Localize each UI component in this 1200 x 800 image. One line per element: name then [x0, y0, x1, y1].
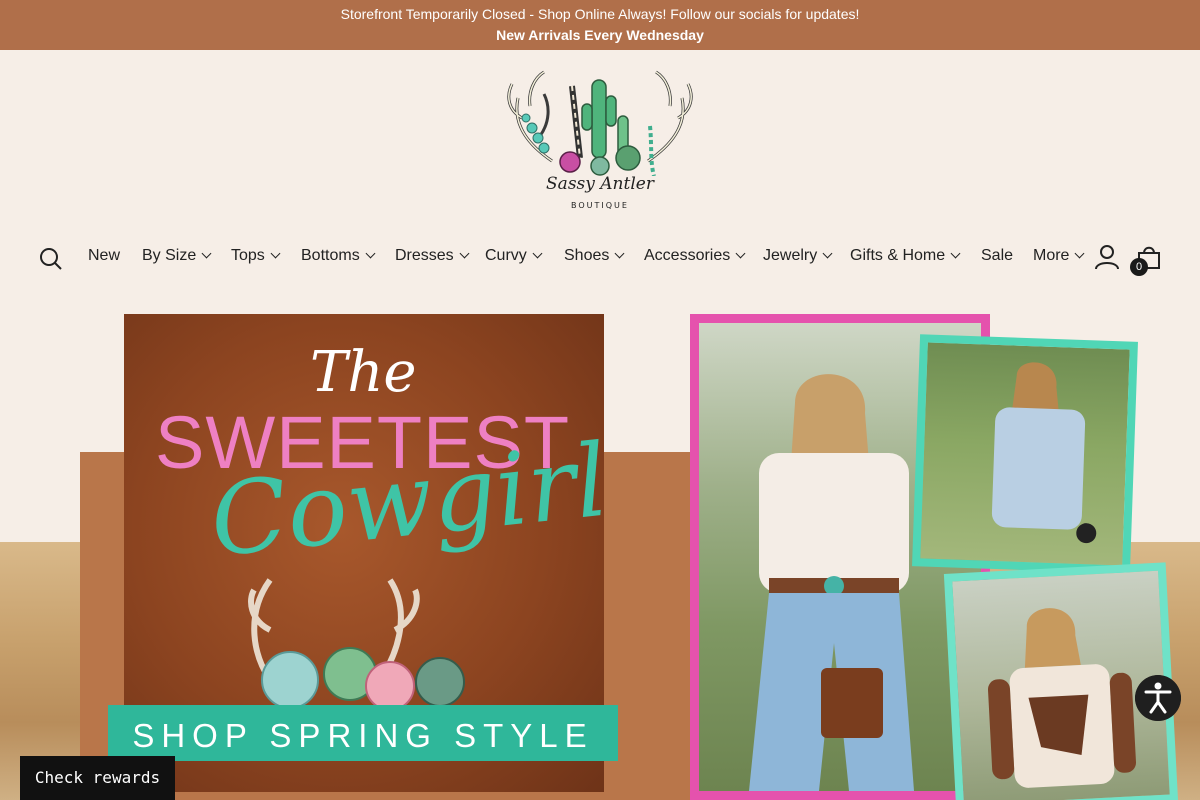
chevron-down-icon [822, 248, 833, 259]
antler-succulent-illustration-icon [248, 578, 465, 710]
nav-label: Sale [981, 247, 1014, 264]
main-navigation: New By Size Tops Bottoms Dresses Curvy S… [0, 240, 1200, 276]
nav-item-dresses[interactable]: Dresses [395, 247, 470, 265]
nav-item-sale[interactable]: Sale [981, 247, 1013, 265]
logo-name: Sassy Antler [546, 174, 654, 194]
nav-item-new[interactable]: New [88, 247, 120, 265]
chevron-down-icon [614, 248, 625, 259]
store-logo[interactable]: Sassy Antler BOUTIQUE [500, 66, 700, 218]
nav-item-gifts-home[interactable]: Gifts & Home [850, 247, 961, 265]
nav-label: Gifts & Home [850, 247, 946, 264]
chevron-down-icon [459, 248, 470, 259]
nav-item-more[interactable]: More [1033, 247, 1085, 265]
check-rewards-button[interactable]: Check rewards [20, 756, 175, 800]
nav-label: Tops [231, 247, 265, 264]
nav-item-bottoms[interactable]: Bottoms [301, 247, 376, 265]
nav-label: Dresses [395, 247, 454, 264]
nav-label: Jewelry [763, 247, 818, 264]
announcement-line-2: New Arrivals Every Wednesday [496, 27, 704, 43]
nav-item-shoes[interactable]: Shoes [564, 247, 625, 265]
hero-photo-model-2 [912, 334, 1138, 574]
search-icon[interactable] [38, 246, 64, 272]
chevron-down-icon [735, 248, 746, 259]
chevron-down-icon [270, 248, 281, 259]
announcement-bar: Storefront Temporarily Closed - Shop Onl… [0, 0, 1200, 50]
nav-label: Curvy [485, 247, 527, 264]
cart-count-badge: 0 [1130, 258, 1148, 276]
nav-label: Bottoms [301, 247, 360, 264]
announcement-line-1: Storefront Temporarily Closed - Shop Onl… [340, 6, 860, 22]
nav-item-tops[interactable]: Tops [231, 247, 281, 265]
hero-title-the: The [310, 340, 417, 405]
chevron-down-icon [201, 248, 212, 259]
nav-label: By Size [142, 247, 197, 264]
nav-label: Accessories [644, 247, 731, 264]
shop-spring-style-button[interactable]: SHOP SPRING STYLE [108, 705, 618, 761]
nav-label: Shoes [564, 247, 610, 264]
nav-item-jewelry[interactable]: Jewelry [763, 247, 833, 265]
model-figure-icon [991, 362, 1097, 544]
chevron-down-icon [950, 248, 961, 259]
banner-label: SHOP SPRING STYLE [132, 717, 594, 754]
chevron-down-icon [532, 248, 543, 259]
nav-item-curvy[interactable]: Curvy [485, 247, 543, 265]
accessibility-icon[interactable] [1135, 675, 1181, 721]
model-figure-icon [987, 608, 1136, 788]
chevron-down-icon [365, 248, 376, 259]
nav-item-accessories[interactable]: Accessories [644, 247, 746, 265]
nav-label: New [88, 247, 121, 264]
nav-label: More [1033, 247, 1070, 264]
account-icon[interactable] [1094, 244, 1120, 270]
logo-subtitle: BOUTIQUE [571, 201, 629, 210]
antler-cactus-logo-icon [507, 70, 693, 177]
chevron-down-icon [1075, 248, 1085, 259]
nav-item-by-size[interactable]: By Size [142, 247, 212, 265]
